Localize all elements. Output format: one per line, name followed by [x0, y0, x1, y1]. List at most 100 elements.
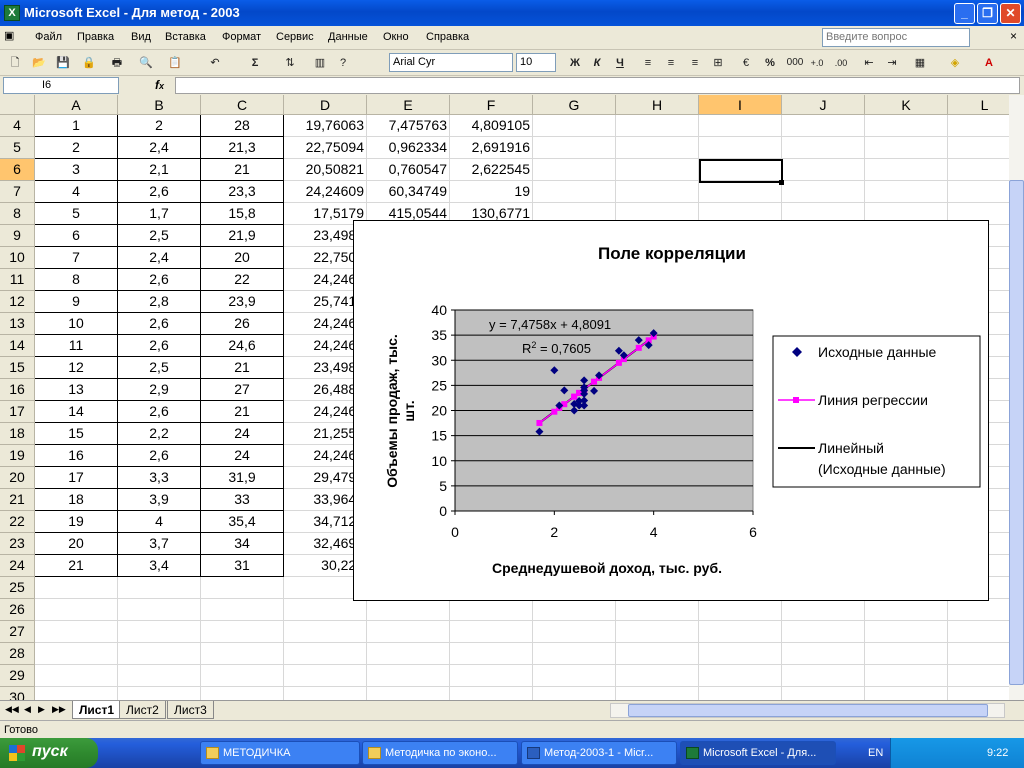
cell-c7[interactable]: 23,3 [201, 181, 284, 203]
row-header[interactable]: 10 [0, 247, 35, 269]
horizontal-scroll-thumb[interactable] [628, 704, 988, 717]
cell-b27[interactable] [118, 621, 201, 643]
cell-e27[interactable] [367, 621, 450, 643]
cell-k6[interactable] [865, 159, 948, 181]
cell-b25[interactable] [118, 577, 201, 599]
cell-b21[interactable]: 3,9 [118, 489, 201, 511]
cell-a4[interactable]: 1 [35, 115, 118, 137]
row-header[interactable]: 18 [0, 423, 35, 445]
cell-g7[interactable] [533, 181, 616, 203]
last-sheet-icon[interactable]: ▶▶ [52, 704, 66, 715]
cell-k7[interactable] [865, 181, 948, 203]
cell-a16[interactable]: 13 [35, 379, 118, 401]
first-sheet-icon[interactable]: ◀◀ [5, 704, 19, 715]
cell-d26[interactable] [284, 599, 367, 621]
cell-c11[interactable]: 22 [201, 269, 284, 291]
cell-h28[interactable] [616, 643, 699, 665]
column-header-l[interactable]: L [948, 95, 1009, 115]
cell-a17[interactable]: 14 [35, 401, 118, 423]
menu-window[interactable]: Окно [383, 31, 409, 43]
thousands-button[interactable]: 000 [783, 54, 807, 72]
cell-a8[interactable]: 5 [35, 203, 118, 225]
cell-h6[interactable] [616, 159, 699, 181]
undo-icon[interactable]: ↶ [206, 54, 224, 72]
cell-j26[interactable] [782, 599, 865, 621]
row-header[interactable]: 9 [0, 225, 35, 247]
cell-c29[interactable] [201, 665, 284, 687]
cell-a24[interactable]: 21 [35, 555, 118, 577]
cell-e5[interactable]: 0,962334 [367, 137, 450, 159]
cell-a20[interactable]: 17 [35, 467, 118, 489]
decrease-indent-icon[interactable]: ⇤ [860, 54, 878, 72]
cell-d5[interactable]: 22,75094 [284, 137, 367, 159]
cell-h4[interactable] [616, 115, 699, 137]
column-header-f[interactable]: F [450, 95, 533, 115]
column-header-k[interactable]: K [865, 95, 948, 115]
cell-c15[interactable]: 21 [201, 357, 284, 379]
cell-c28[interactable] [201, 643, 284, 665]
cell-k5[interactable] [865, 137, 948, 159]
next-sheet-icon[interactable]: ▶ [38, 704, 45, 715]
cell-b17[interactable]: 2,6 [118, 401, 201, 423]
cell-a7[interactable]: 4 [35, 181, 118, 203]
cell-l6[interactable] [948, 159, 1009, 181]
cell-c8[interactable]: 15,8 [201, 203, 284, 225]
print-icon[interactable]: 🖶 [108, 54, 126, 72]
cell-f7[interactable]: 19 [450, 181, 533, 203]
cell-a21[interactable]: 18 [35, 489, 118, 511]
cell-e28[interactable] [367, 643, 450, 665]
row-header[interactable]: 5 [0, 137, 35, 159]
formula-input[interactable] [175, 77, 1020, 94]
increase-decimal-icon[interactable]: +.0 [808, 54, 826, 72]
cell-d7[interactable]: 24,24609 [284, 181, 367, 203]
cell-j5[interactable] [782, 137, 865, 159]
cell-h29[interactable] [616, 665, 699, 687]
bold-button[interactable]: Ж [566, 54, 584, 72]
cell-j28[interactable] [782, 643, 865, 665]
cell-b18[interactable]: 2,2 [118, 423, 201, 445]
cell-a13[interactable]: 10 [35, 313, 118, 335]
cell-a11[interactable]: 8 [35, 269, 118, 291]
row-header[interactable]: 7 [0, 181, 35, 203]
cell-d4[interactable]: 19,76063 [284, 115, 367, 137]
cell-j6[interactable] [782, 159, 865, 181]
cell-c18[interactable]: 24 [201, 423, 284, 445]
name-box[interactable]: I6 [3, 77, 119, 94]
taskbar-item-2[interactable]: Метод-2003-1 - Micr... [521, 741, 677, 765]
row-header[interactable]: 28 [0, 643, 35, 665]
menu-format[interactable]: Формат [222, 31, 261, 43]
cell-c13[interactable]: 26 [201, 313, 284, 335]
chart-area[interactable]: Поле корреляции 0 5 10 15 20 25 30 35 40 0 2 4 6 y =… [353, 220, 989, 601]
column-header-d[interactable]: D [284, 95, 367, 115]
cell-b11[interactable]: 2,6 [118, 269, 201, 291]
font-name-select[interactable]: Arial Cyr [389, 53, 513, 72]
cell-h5[interactable] [616, 137, 699, 159]
cell-k27[interactable] [865, 621, 948, 643]
cell-c25[interactable] [201, 577, 284, 599]
cell-e26[interactable] [367, 599, 450, 621]
taskbar-item-1[interactable]: Методичка по эконо... [362, 741, 518, 765]
column-header-g[interactable]: G [533, 95, 616, 115]
cell-i7[interactable] [699, 181, 782, 203]
row-header[interactable]: 22 [0, 511, 35, 533]
cell-a18[interactable]: 15 [35, 423, 118, 445]
sheet-tab-1[interactable]: Лист1 [72, 701, 122, 719]
row-header[interactable]: 19 [0, 445, 35, 467]
select-all-corner[interactable] [0, 95, 35, 115]
merge-center-icon[interactable]: ⊞ [709, 54, 727, 72]
cell-b23[interactable]: 3,7 [118, 533, 201, 555]
fill-color-icon[interactable]: ◈ [946, 54, 964, 72]
row-header[interactable]: 6 [0, 159, 35, 181]
prev-sheet-icon[interactable]: ◀ [24, 704, 31, 715]
sheet-tab-2[interactable]: Лист2 [119, 701, 166, 719]
cell-f6[interactable]: 2,622545 [450, 159, 533, 181]
menu-view[interactable]: Вид [131, 31, 151, 43]
cell-b24[interactable]: 3,4 [118, 555, 201, 577]
cell-b20[interactable]: 3,3 [118, 467, 201, 489]
cell-c5[interactable]: 21,3 [201, 137, 284, 159]
cell-a28[interactable] [35, 643, 118, 665]
start-button[interactable]: пуск [0, 738, 98, 768]
cell-a6[interactable]: 3 [35, 159, 118, 181]
cell-c9[interactable]: 21,9 [201, 225, 284, 247]
cell-c22[interactable]: 35,4 [201, 511, 284, 533]
